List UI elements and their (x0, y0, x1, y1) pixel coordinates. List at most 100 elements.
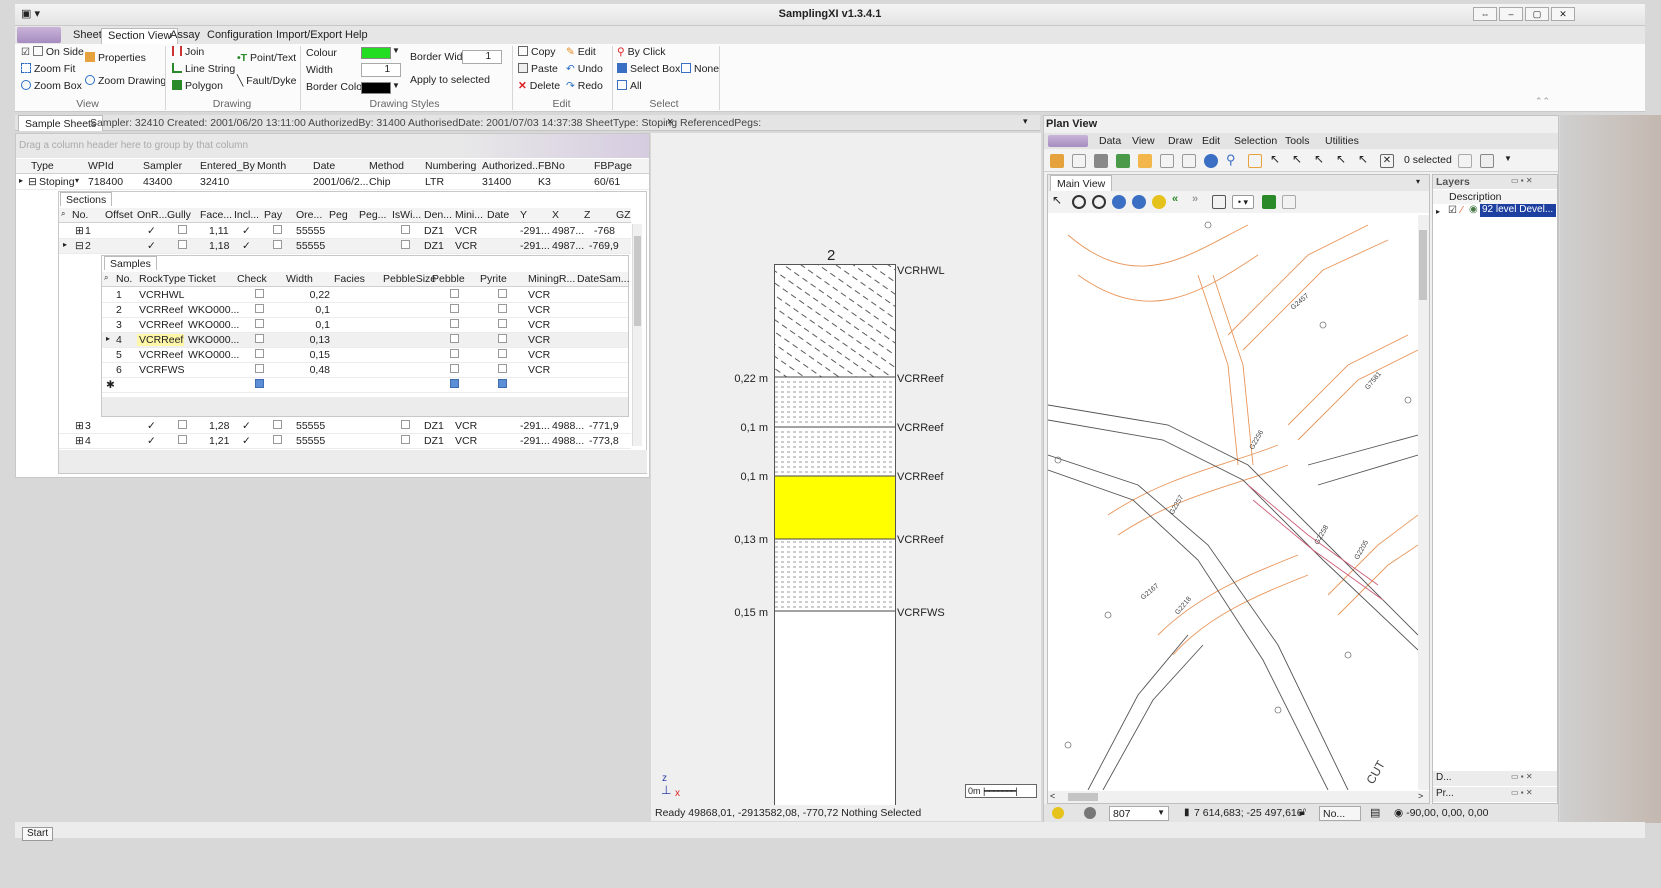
table-row[interactable]: ▸ ⊟ 2 ✓ 1,18 ✓ 55555 DZ1 VCR -291... 498… (59, 239, 631, 254)
column-header[interactable]: Facies (334, 273, 365, 285)
cell-x[interactable]: 4987... (552, 240, 584, 252)
checkbox-checked-icon[interactable]: ☑ (1448, 205, 1457, 216)
column-header[interactable]: Z (584, 209, 590, 221)
cell-authorized[interactable]: 31400 (482, 176, 511, 188)
checkbox[interactable] (498, 364, 507, 373)
map-horizontal-scrollbar[interactable]: < > (1048, 791, 1429, 803)
cell-mining[interactable]: VCR (528, 364, 550, 376)
tab-list-dropdown-icon[interactable]: ▾ (1023, 116, 1028, 127)
table-row[interactable]: 3 VCRReef WKO000... 0,1 VCR (102, 318, 628, 333)
column-header[interactable]: Ticket (188, 273, 216, 285)
pointer-icon[interactable]: ↖ (1270, 152, 1284, 166)
cell-ore[interactable]: 55555 (296, 435, 325, 447)
cell-date[interactable]: 2001/06/2... (313, 176, 368, 188)
zoom-drawing-button[interactable]: Zoom Drawing (85, 75, 166, 87)
border-width-stepper[interactable]: 1 (462, 50, 502, 64)
cell-width[interactable]: 0,48 (286, 364, 330, 376)
axis-tool-icon[interactable] (1160, 154, 1174, 168)
zoom-layer-icon[interactable] (1132, 195, 1146, 209)
column-header[interactable]: Check (237, 273, 267, 285)
cell-mini[interactable]: VCR (455, 225, 477, 237)
select-none-button[interactable]: None (681, 63, 719, 75)
checkbox[interactable] (498, 349, 507, 358)
cell-mini[interactable]: VCR (455, 420, 477, 432)
checkbox-checked-icon[interactable]: ✓ (242, 225, 251, 237)
zoom-box-button[interactable]: Zoom Box (21, 80, 82, 92)
checkbox[interactable] (178, 240, 187, 249)
cell-no[interactable]: 6 (116, 364, 122, 376)
column-header[interactable]: No. (72, 209, 88, 221)
cell-rocktype[interactable]: VCRHWL (139, 289, 185, 301)
layer-vcrhwl[interactable] (775, 265, 895, 377)
table-row[interactable]: ⊞ 4 ✓ 1,21 ✓ 55555 DZ1 VCR -291... 4988.… (59, 434, 631, 449)
cell-width[interactable]: 0,15 (286, 349, 330, 361)
polygon-button[interactable]: Polygon (172, 80, 223, 92)
column-header[interactable]: Type (31, 160, 54, 172)
notes-icon[interactable]: ▤ (1370, 806, 1380, 819)
cell-method[interactable]: Chip (369, 176, 391, 188)
cell-ore[interactable]: 55555 (296, 240, 325, 252)
checkbox-checked-icon[interactable]: ✓ (242, 240, 251, 252)
cell-type[interactable]: Stoping (39, 176, 75, 188)
new-row[interactable]: ✱ (102, 378, 628, 393)
checkbox[interactable] (498, 304, 507, 313)
chevron-down-icon[interactable]: ▾ (75, 176, 79, 185)
pointer-add-icon[interactable]: ↖ (1292, 152, 1306, 166)
cell-no[interactable]: 2 (116, 304, 122, 316)
pointer-clear-icon[interactable]: ↖ (1358, 152, 1372, 166)
menu-tools[interactable]: Tools (1285, 135, 1310, 147)
delete-button[interactable]: ✕ Delete (518, 80, 560, 92)
snap-mode-field[interactable]: No... (1319, 806, 1361, 821)
cell-face[interactable]: 1,11 (209, 225, 229, 237)
cell-no[interactable]: 4 (116, 334, 122, 346)
select-all-button[interactable]: All (617, 80, 642, 92)
column-header[interactable]: No. (116, 273, 132, 285)
frame-icon[interactable] (1248, 154, 1262, 168)
cell-width[interactable]: 0,1 (286, 304, 330, 316)
menu-data[interactable]: Data (1099, 135, 1121, 147)
column-header[interactable]: RockType (139, 273, 186, 285)
pin-icon[interactable]: ⚲ (1226, 152, 1240, 167)
join-button[interactable]: Join (172, 46, 204, 58)
table-row[interactable]: ⊞ 3 ✓ 1,28 ✓ 55555 DZ1 VCR -291... 4988.… (59, 419, 631, 434)
cell-width[interactable]: 0,22 (286, 289, 330, 301)
table-row[interactable]: ▸ 4 VCRReef WKO000... 0,13 VCR (102, 333, 628, 348)
paste-button[interactable]: Paste (518, 63, 558, 75)
tab-samples[interactable]: Samples (104, 256, 157, 270)
expand-icon[interactable]: ⊞ (75, 420, 84, 432)
width-stepper[interactable]: 1 (361, 63, 401, 77)
column-header[interactable]: Authorized... (482, 160, 538, 172)
pointer-box-icon[interactable]: ↖ (1336, 152, 1350, 166)
cell-mining[interactable]: VCR (528, 304, 550, 316)
checkbox-checked-icon[interactable]: ✓ (147, 435, 156, 447)
maximize-button[interactable]: ▢ (1525, 7, 1549, 21)
menu-utilities[interactable]: Utilities (1325, 135, 1359, 147)
checkbox-indeterminate[interactable] (498, 379, 507, 388)
checkbox[interactable] (178, 225, 187, 234)
cell-mini[interactable]: VCR (455, 240, 477, 252)
globe-status-icon[interactable] (1084, 807, 1096, 819)
column-header[interactable]: Incl... (234, 209, 259, 221)
expand-icon[interactable]: ⊟ (28, 176, 37, 188)
menu-view[interactable]: View (1132, 135, 1155, 147)
layer-vcrreef-2[interactable] (775, 427, 895, 476)
cell-no[interactable]: 1 (116, 289, 122, 301)
cell-y[interactable]: -291... (520, 420, 550, 432)
deselect-icon[interactable]: ✕ (1380, 154, 1394, 168)
layer-vcrreef-4[interactable] (775, 539, 895, 611)
lock-icon[interactable]: 🔓︎ (1299, 806, 1306, 819)
cell-x[interactable]: 4988... (552, 420, 584, 432)
scroll-right-icon[interactable]: > (1418, 791, 1423, 801)
panel-controls-icon[interactable]: ▭ ▪ ✕ (1511, 788, 1533, 797)
cell-den[interactable]: DZ1 (424, 435, 444, 447)
column-header[interactable]: Peg... (359, 209, 386, 221)
checkbox[interactable] (401, 435, 410, 444)
panel-controls-icon[interactable]: ▭ ▪ ✕ (1511, 772, 1533, 781)
zoom-level-dropdown[interactable]: 807 ▼ (1109, 806, 1169, 821)
select-box-button[interactable]: Select Box (617, 63, 680, 75)
edit-button[interactable]: ✎ Edit (566, 46, 596, 58)
cell-z[interactable]: -771,9 (589, 420, 619, 432)
column-header[interactable]: FBPage (594, 160, 632, 172)
search-icon[interactable]: ⌕ (61, 209, 65, 219)
cell-den[interactable]: DZ1 (424, 420, 444, 432)
